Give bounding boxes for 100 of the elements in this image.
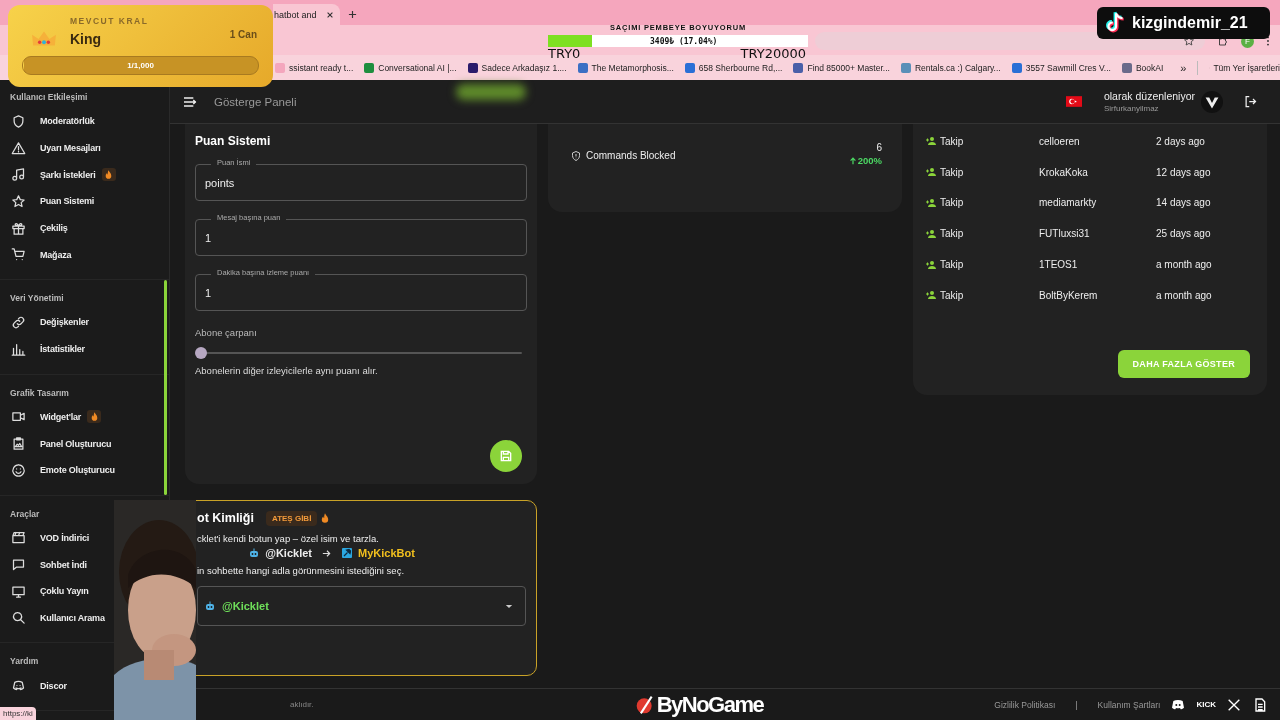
chat-bubble-icon (11, 557, 26, 573)
flag-icon[interactable] (1065, 96, 1082, 107)
shield-icon (570, 150, 582, 162)
bookmark[interactable]: 658 Sherbourne Rd,... (684, 62, 783, 73)
event-time: 12 days ago (1156, 166, 1211, 178)
event-type: Takip (940, 135, 965, 147)
add-user-icon (924, 197, 938, 209)
sidebar-item[interactable]: Puan Sistemi (40, 196, 95, 207)
event-type: Takip (940, 289, 965, 301)
description: cklet'i kendi botun yap – özel isim ve tarzla. (197, 533, 380, 544)
fire-icon (321, 513, 330, 523)
add-user-icon (924, 227, 938, 240)
stat-change: 200% (848, 155, 882, 166)
username: BoltByKerem (1039, 289, 1099, 301)
event-time: 2 days ago (1156, 135, 1205, 147)
sidebar-item[interactable]: Şarkı İstekleri (40, 169, 96, 180)
bookmark[interactable]: 3557 Sawmill Cres V... (1011, 62, 1111, 73)
sidebar-item[interactable]: Discor (40, 680, 67, 691)
up-arrow-icon (848, 156, 857, 165)
sidebar-item[interactable]: Mağaza (40, 249, 72, 260)
name-dropdown[interactable]: @Kicklet (197, 586, 526, 626)
brand-logo: ByNoGame (656, 691, 764, 718)
sidebar-item[interactable]: Moderatörlük (40, 116, 95, 127)
event-time: 14 days ago (1156, 197, 1211, 209)
sidebar-item[interactable]: Çoklu Yayın (40, 586, 89, 597)
logout-icon[interactable] (1243, 94, 1258, 109)
save-icon (498, 448, 514, 464)
event-time: a month ago (1156, 289, 1212, 301)
gift-icon (11, 220, 26, 236)
bookmark[interactable]: Find 85000+ Master... (793, 62, 890, 73)
caret-icon (505, 603, 513, 609)
add-user-icon (924, 166, 938, 179)
goal-max: TRY20000 (740, 47, 806, 60)
star-icon (11, 193, 26, 209)
status-url: https://ki (0, 707, 36, 720)
event-time: a month ago (1156, 259, 1212, 271)
cart-icon (11, 247, 26, 263)
copyright-text: aklıdır. (290, 700, 314, 709)
robot-icon (204, 600, 216, 612)
sidebar-item[interactable]: Değişkenler (40, 317, 89, 328)
kick-link[interactable]: KICK (1196, 700, 1216, 709)
browser-tab[interactable]: hatbot and (273, 4, 340, 25)
bookmark[interactable]: The Metamorphosis... (577, 62, 674, 73)
card-title: ot Kimliği (197, 511, 254, 525)
bookmark[interactable]: Conversational AI |... (364, 62, 457, 73)
badge: ATEŞ GİBİ (265, 510, 318, 526)
username: Sirfurkanyilmaz (1103, 104, 1160, 113)
new-tab-icon[interactable] (348, 10, 357, 19)
username: FUTluxsi31 (1039, 228, 1091, 240)
sidebar-item[interactable]: Çekiliş (40, 223, 68, 234)
sidebar-item[interactable]: VOD İndirici (40, 532, 90, 543)
blurred-button[interactable] (456, 83, 527, 100)
crown-icon (31, 30, 57, 48)
slider-label: Abone çarpanı (195, 327, 258, 338)
arrow-icon (321, 547, 332, 559)
bookmark[interactable]: Rentals.ca :) Calgary... (900, 62, 1001, 73)
slider-description: Abonelerin diğer izleyicilerle aynı puanı alır. (195, 365, 379, 376)
username: celloeren (1039, 135, 1081, 147)
separator: | (1075, 699, 1078, 710)
sidebar-item[interactable]: Panel Oluşturucu (40, 438, 112, 449)
all-bookmarks[interactable]: Tüm Yer İşaretleri (1213, 62, 1280, 73)
add-user-icon (924, 289, 938, 302)
event-type: Takip (940, 228, 965, 240)
slider[interactable] (195, 347, 522, 359)
sidebar-item[interactable]: Kullanıcı Arama (40, 612, 105, 623)
more-bookmarks[interactable]: » (1180, 61, 1187, 74)
shield-icon (11, 113, 26, 129)
sidebar-item[interactable]: Emote Oluşturucu (40, 465, 115, 476)
section-heading: Grafik Tasarım (9, 386, 70, 400)
section-heading: Araçlar (9, 507, 41, 521)
hammer-icon (341, 547, 353, 559)
card-title: Puan Sistemi (195, 134, 272, 148)
bookmark[interactable]: ssistant ready t... (275, 62, 354, 73)
stat-value: 6 (876, 142, 882, 153)
sidebar-item[interactable]: Uyarı Mesajları (40, 143, 101, 154)
footer-link[interactable]: Gizlilik Politikası (994, 699, 1056, 710)
close-icon[interactable] (326, 10, 334, 19)
document-icon[interactable] (1252, 696, 1268, 713)
description: in sohbette hangi adla görünmesini istediğini seç. (197, 565, 406, 576)
sidebar-item[interactable]: İstatistikler (40, 344, 85, 355)
widget-heading: MEVCUT KRAL (70, 16, 149, 26)
footer-link[interactable]: Kullanım Şartları (1097, 699, 1161, 710)
fire-badge (87, 410, 102, 424)
event-type: Takip (940, 259, 965, 271)
sidebar-item[interactable]: Sohbet İndi (40, 559, 87, 570)
bookmark[interactable]: Sadece Arkadaşız 1.... (467, 62, 567, 73)
bar-chart-icon (11, 341, 26, 357)
editing-label: olarak düzenleniyor (1103, 90, 1195, 102)
add-user-icon (924, 135, 938, 148)
logo-icon[interactable] (1201, 90, 1223, 113)
smiley-icon (11, 462, 26, 478)
fire-badge (101, 168, 116, 182)
username: 1TEOS1 (1039, 259, 1079, 271)
scrollbar[interactable] (164, 280, 167, 495)
bookmark[interactable]: BookAI (1121, 62, 1164, 73)
picture-frame-icon (11, 436, 26, 452)
slider-thumb[interactable] (195, 347, 207, 359)
save-button[interactable] (490, 440, 522, 472)
stat-label: Commands Blocked (586, 150, 676, 161)
sidebar-item[interactable]: Widget'lar (40, 411, 82, 422)
